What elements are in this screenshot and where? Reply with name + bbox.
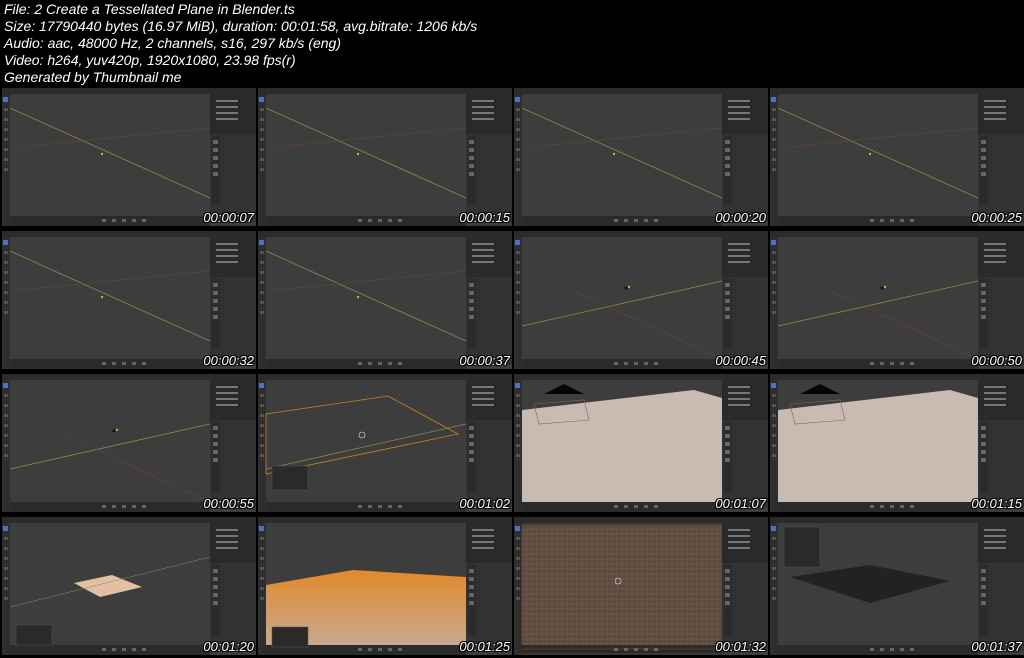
- timestamp: 00:00:25: [971, 210, 1022, 225]
- file-name: File: 2 Create a Tessellated Plane in Bl…: [4, 1, 295, 17]
- thumbnail-frame: [258, 88, 512, 226]
- timestamp: 00:01:32: [715, 639, 766, 654]
- generator-info: Generated by Thumbnail me: [4, 69, 182, 85]
- timestamp: 00:01:15: [971, 496, 1022, 511]
- thumbnail-frame: [258, 231, 512, 369]
- thumbnail-frame: [2, 374, 256, 512]
- timestamp: 00:01:20: [203, 639, 254, 654]
- video-thumbnail: 00:00:50: [770, 231, 1024, 369]
- thumbnail-frame: [514, 231, 768, 369]
- thumbnail-frame: [2, 231, 256, 369]
- video-thumbnail: 00:01:25: [258, 517, 512, 655]
- video-thumbnail: 00:00:32: [2, 231, 256, 369]
- video-thumbnail: 00:00:45: [514, 231, 768, 369]
- video-thumbnail: 00:01:15: [770, 374, 1024, 512]
- video-thumbnail: 00:00:37: [258, 231, 512, 369]
- thumbnail-frame: [258, 517, 512, 655]
- video-thumbnail: 00:00:20: [514, 88, 768, 226]
- video-thumbnail: 00:01:37: [770, 517, 1024, 655]
- timestamp: 00:00:45: [715, 353, 766, 368]
- thumbnail-frame: [770, 231, 1024, 369]
- video-thumbnail: 00:01:07: [514, 374, 768, 512]
- video-thumbnail: 00:00:15: [258, 88, 512, 226]
- video-thumbnail: 00:00:25: [770, 88, 1024, 226]
- timestamp: 00:00:37: [459, 353, 510, 368]
- thumbnail-frame: [770, 88, 1024, 226]
- timestamp: 00:00:50: [971, 353, 1022, 368]
- timestamp: 00:01:07: [715, 496, 766, 511]
- video-thumbnail: 00:00:55: [2, 374, 256, 512]
- file-info-header: File: 2 Create a Tessellated Plane in Bl…: [4, 1, 477, 86]
- thumbnail-frame: [770, 517, 1024, 655]
- thumbnail-frame: [514, 374, 768, 512]
- video-info: Video: h264, yuv420p, 1920x1080, 23.98 f…: [4, 52, 296, 68]
- file-size: Size: 17790440 bytes (16.97 MiB), durati…: [4, 18, 478, 34]
- timestamp: 00:00:32: [203, 353, 254, 368]
- timestamp: 00:00:07: [203, 210, 254, 225]
- video-thumbnail: 00:01:32: [514, 517, 768, 655]
- timestamp: 00:00:55: [203, 496, 254, 511]
- video-thumbnail: 00:00:07: [2, 88, 256, 226]
- thumbnail-frame: [2, 88, 256, 226]
- thumbnail-grid: 00:00:07 00:00:15 00:00:20 00:00:25 00:0…: [0, 86, 1024, 658]
- timestamp: 00:00:15: [459, 210, 510, 225]
- timestamp: 00:01:37: [971, 639, 1022, 654]
- timestamp: 00:00:20: [715, 210, 766, 225]
- video-thumbnail: 00:01:02: [258, 374, 512, 512]
- audio-info: Audio: aac, 48000 Hz, 2 channels, s16, 2…: [4, 35, 341, 51]
- video-thumbnail: 00:01:20: [2, 517, 256, 655]
- thumbnail-frame: [770, 374, 1024, 512]
- thumbnail-frame: [2, 517, 256, 655]
- thumbnail-frame: [514, 517, 768, 655]
- timestamp: 00:01:02: [459, 496, 510, 511]
- timestamp: 00:01:25: [459, 639, 510, 654]
- thumbnail-frame: [514, 88, 768, 226]
- thumbnail-frame: [258, 374, 512, 512]
